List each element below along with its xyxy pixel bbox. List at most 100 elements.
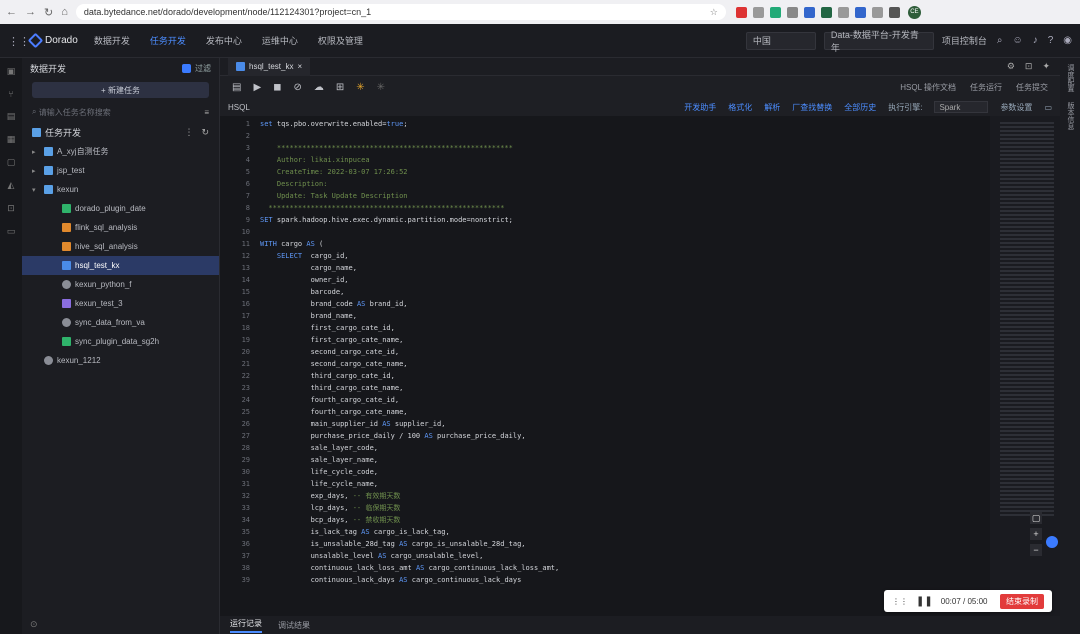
- code-line[interactable]: brand_code AS brand_id,: [260, 298, 990, 310]
- extension-icon[interactable]: [871, 6, 883, 18]
- menu-item[interactable]: 运维中心: [262, 34, 298, 47]
- code-icon[interactable]: ▣: [7, 66, 16, 77]
- code-line[interactable]: life_cycle_name,: [260, 478, 990, 490]
- caret-icon[interactable]: ▸: [32, 167, 40, 175]
- code-line[interactable]: sale_layer_code,: [260, 442, 990, 454]
- zoom-in-icon[interactable]: +: [1030, 528, 1042, 540]
- user-avatar-icon[interactable]: ◉: [1063, 35, 1072, 46]
- code-line[interactable]: CreateTime: 2022-03-07 17:26:52: [260, 166, 990, 178]
- filter-icon[interactable]: ≡: [204, 108, 209, 117]
- code-line[interactable]: second_cargo_cate_name,: [260, 358, 990, 370]
- table-icon[interactable]: ▦: [7, 134, 16, 145]
- extension-icon[interactable]: [769, 6, 781, 18]
- code-line[interactable]: fourth_cargo_cate_name,: [260, 406, 990, 418]
- code-line[interactable]: second_cargo_cate_id,: [260, 346, 990, 358]
- collapse-icon[interactable]: ⊙: [30, 619, 38, 630]
- code-line[interactable]: WITH cargo AS (: [260, 238, 990, 250]
- toolbar-link[interactable]: 任务提交: [1016, 82, 1048, 93]
- tree-item[interactable]: hive_sql_analysis: [22, 237, 219, 256]
- layout-icon[interactable]: ▭: [1044, 103, 1052, 112]
- trash-icon[interactable]: ⊡: [7, 203, 15, 214]
- code-lines[interactable]: set tqs.pbo.overwrite.enabled=true; ****…: [256, 116, 990, 616]
- code-line[interactable]: Author: likai.xinpucea: [260, 154, 990, 166]
- extension-icon[interactable]: [888, 6, 900, 18]
- more-icon[interactable]: ⋮: [184, 127, 193, 138]
- extension-icon[interactable]: [854, 6, 866, 18]
- tree-item[interactable]: dorado_plugin_date: [22, 199, 219, 218]
- code-line[interactable]: main_supplier_id AS supplier_id,: [260, 418, 990, 430]
- cloud-icon[interactable]: ☁: [314, 82, 324, 93]
- action-assistant[interactable]: 开发助手: [684, 102, 716, 113]
- home-icon[interactable]: ⌂: [61, 6, 68, 19]
- stop-recording-button[interactable]: 结束录制: [1000, 593, 1044, 609]
- code-line[interactable]: Description:: [260, 178, 990, 190]
- tree-item[interactable]: flink_sql_analysis: [22, 218, 219, 237]
- tab-run-records[interactable]: 运行记录: [230, 618, 262, 633]
- save-icon[interactable]: ▤: [232, 82, 241, 93]
- link-icon[interactable]: ⊘: [293, 82, 301, 93]
- extension-icon[interactable]: [820, 6, 832, 18]
- menu-item[interactable]: 数据开发: [94, 34, 130, 47]
- bell-icon[interactable]: ♪: [1033, 35, 1038, 46]
- pause-icon[interactable]: ❚❚: [916, 596, 933, 607]
- code-line[interactable]: owner_id,: [260, 274, 990, 286]
- tree-item[interactable]: kexun_1212: [22, 351, 219, 370]
- code-line[interactable]: cargo_name,: [260, 262, 990, 274]
- forward-icon[interactable]: →: [25, 6, 36, 19]
- action-parse[interactable]: 解析: [764, 102, 780, 113]
- search-icon[interactable]: ⌕: [997, 35, 1003, 46]
- caret-icon[interactable]: ▾: [32, 186, 40, 194]
- code-line[interactable]: continuous_lack_loss_amt AS cargo_contin…: [260, 562, 990, 574]
- side-tab-schedule[interactable]: 调度配置: [1065, 64, 1075, 92]
- code-line[interactable]: first_cargo_cate_id,: [260, 322, 990, 334]
- code-line[interactable]: third_cargo_cate_name,: [260, 382, 990, 394]
- region-select[interactable]: 中国: [745, 31, 816, 50]
- extension-icon[interactable]: [803, 6, 815, 18]
- project-select[interactable]: Data-数据平台-开发青年: [823, 30, 934, 53]
- zoom-out-icon[interactable]: −: [1030, 544, 1042, 556]
- tree-item[interactable]: ▸ jsp_test: [22, 161, 219, 180]
- code-line[interactable]: is_lack_tag AS cargo_is_lack_tag,: [260, 526, 990, 538]
- reload-icon[interactable]: ↻: [44, 6, 53, 19]
- pin-icon[interactable]: ✦: [1042, 61, 1050, 72]
- caret-icon[interactable]: ▸: [32, 148, 40, 156]
- code-line[interactable]: brand_name,: [260, 310, 990, 322]
- code-line[interactable]: ****************************************…: [260, 202, 990, 214]
- branch-icon[interactable]: ⑂: [8, 89, 13, 99]
- action-history[interactable]: 全部历史: [844, 102, 876, 113]
- extension-icon[interactable]: [837, 6, 849, 18]
- tree-root[interactable]: 任务开发 ⋮ ↻: [22, 122, 219, 142]
- engine-select[interactable]: Spark: [934, 101, 989, 113]
- side-tab-version[interactable]: 版本信息: [1065, 102, 1075, 130]
- action-find-replace[interactable]: 厂查找替换: [792, 102, 832, 113]
- profile-avatar[interactable]: CE: [907, 5, 921, 19]
- dag-icon[interactable]: ✳: [377, 82, 385, 93]
- code-line[interactable]: fourth_cargo_cate_id,: [260, 394, 990, 406]
- toolbar-link[interactable]: 任务运行: [970, 82, 1002, 93]
- magic-icon[interactable]: ✳: [356, 82, 364, 93]
- tree-item[interactable]: ▾ kexun: [22, 180, 219, 199]
- code-line[interactable]: exp_days, -- 有效期天数: [260, 490, 990, 502]
- new-task-button[interactable]: + 新建任务: [32, 82, 209, 98]
- code-line[interactable]: sale_layer_name,: [260, 454, 990, 466]
- code-line[interactable]: purchase_price_daily / 100 AS purchase_p…: [260, 430, 990, 442]
- task-search[interactable]: ⌕ 请输入任务名称搜索 ≡: [22, 102, 219, 122]
- tree-item[interactable]: sync_plugin_data_sg2h: [22, 332, 219, 351]
- refresh-icon[interactable]: ↻: [201, 127, 209, 138]
- code-line[interactable]: SELECT cargo_id,: [260, 250, 990, 262]
- stop-icon[interactable]: ◼: [273, 82, 281, 93]
- project-console-link[interactable]: 项目控制台: [942, 34, 987, 47]
- extension-icon[interactable]: [735, 6, 747, 18]
- tree-item[interactable]: hsql_test_kx: [22, 256, 219, 275]
- code-editor[interactable]: 1 2 3 4 5 6 7 8 9 10 11 12 13 14 15 16 17 18 19 20 21 22 23 24 2…: [220, 116, 1060, 616]
- code-line[interactable]: first_cargo_cate_name,: [260, 334, 990, 346]
- params-button[interactable]: 参数设置: [1000, 102, 1032, 113]
- code-line[interactable]: SET spark.hadoop.hive.exec.dynamic.parti…: [260, 214, 990, 226]
- menu-item[interactable]: 权限及管理: [318, 34, 363, 47]
- action-format[interactable]: 格式化: [728, 102, 752, 113]
- code-line[interactable]: [260, 226, 990, 238]
- back-icon[interactable]: ←: [6, 6, 17, 19]
- code-line[interactable]: third_cargo_cate_id,: [260, 370, 990, 382]
- app-logo[interactable]: Dorado: [27, 32, 78, 49]
- code-line[interactable]: ****************************************…: [260, 142, 990, 154]
